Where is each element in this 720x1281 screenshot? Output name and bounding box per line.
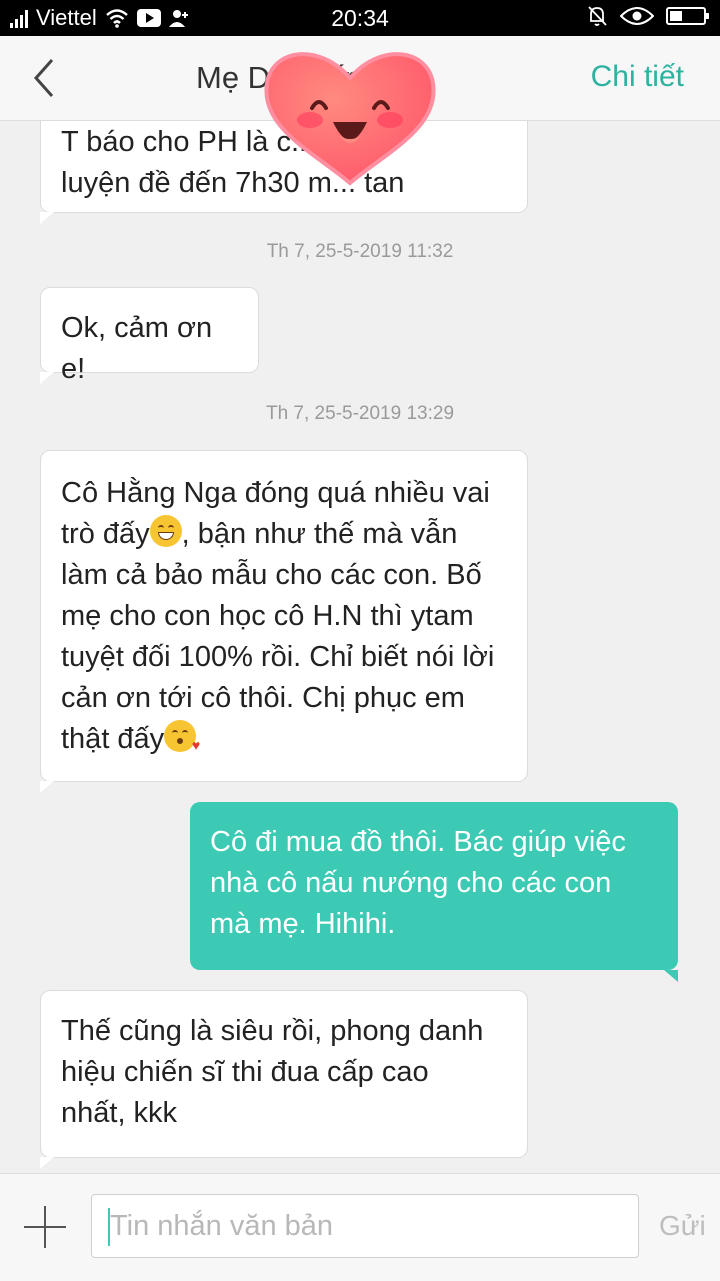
status-right	[586, 5, 710, 27]
heart-face-sticker	[264, 52, 436, 186]
battery-icon	[666, 7, 709, 25]
message-line: mà mẹ. Hihihi.	[210, 908, 396, 940]
message-line: Cô đi mua đồ thôi. Bác giúp việc	[210, 826, 626, 858]
plus-icon[interactable]	[24, 1206, 66, 1248]
message-line: mẹ cho con học cô H.N thì ytam	[61, 600, 474, 632]
bubble-tail	[40, 212, 54, 224]
chevron-left-icon[interactable]	[22, 54, 70, 102]
text-caret	[108, 1208, 110, 1246]
eye-icon	[620, 7, 654, 25]
message-line: thật đấy ♥	[61, 719, 507, 760]
bubble-tail	[664, 970, 678, 982]
message-line: làm cả bảo mẫu cho các con. Bố	[61, 559, 482, 591]
message-line: trò đấy, bận như thế mà vẫn	[61, 514, 507, 555]
status-bar: Viettel 20:34	[0, 0, 720, 36]
message-line: hiệu chiến sĩ thi đua cấp cao	[61, 1056, 429, 1088]
message-line: nhất, kkk	[61, 1097, 178, 1129]
message-outgoing[interactable]: Cô đi mua đồ thôi. Bác giúp việc nhà cô …	[190, 802, 678, 982]
message-line: tuyệt đối 100% rồi. Chỉ biết nói lời	[61, 641, 495, 673]
compose-bar: Gửi	[0, 1173, 720, 1281]
bubble-tail	[40, 1157, 54, 1169]
grinning-emoji-icon	[149, 515, 182, 547]
send-button[interactable]: Gửi	[659, 1210, 706, 1242]
message-line: Thế cũng là siêu rồi, phong danh	[61, 1015, 484, 1047]
message-incoming[interactable]: Cô Hằng Nga đóng quá nhiều vai trò đấy, …	[40, 450, 528, 793]
message-list[interactable]: T báo cho PH là c... lại có luyện đề đến…	[0, 121, 720, 1173]
message-line: Cô Hằng Nga đóng quá nhiều vai	[61, 477, 490, 509]
timestamp: Th 7, 25-5-2019 11:32	[266, 241, 454, 262]
message-input[interactable]	[91, 1194, 639, 1258]
bubble-tail	[40, 372, 54, 384]
detail-button[interactable]: Chi tiết	[591, 60, 684, 94]
message-line: cản ơn tới cô thôi. Chị phục em	[61, 682, 465, 714]
mute-bell-icon	[588, 6, 607, 26]
message-incoming[interactable]: Ok, cảm ơn e!	[40, 287, 259, 385]
message-line: nhà cô nấu nướng cho các con	[210, 867, 612, 899]
message-line: Ok, cảm ơn e!	[61, 312, 213, 385]
message-incoming[interactable]: Thế cũng là siêu rồi, phong danh hiệu ch…	[40, 990, 528, 1169]
timestamp: Th 7, 25-5-2019 13:29	[265, 403, 455, 424]
kissing-emoji-icon: ♥	[164, 720, 200, 752]
bubble-tail	[40, 781, 54, 793]
